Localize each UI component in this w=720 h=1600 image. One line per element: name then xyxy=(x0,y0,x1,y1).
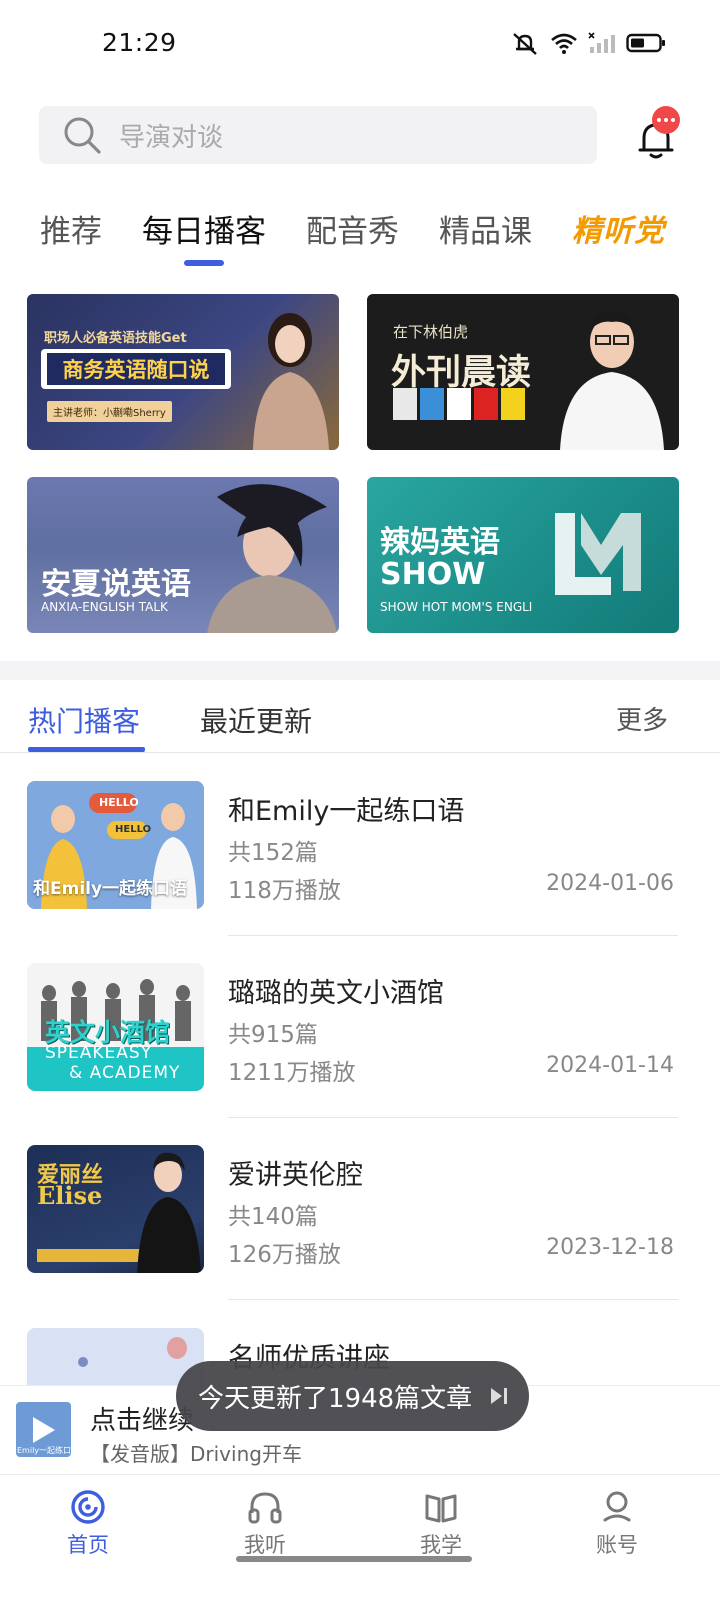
wifi-icon xyxy=(551,33,577,54)
thumbnail-label: 和Emily一起练口语 xyxy=(33,879,188,899)
banner-newspaper-reading[interactable]: 在下林伯虎 外刊晨读 xyxy=(367,294,679,450)
banner-subtitle: SHOW HOT MOM'S ENGLI xyxy=(380,600,533,614)
nav-learn[interactable]: 我学 xyxy=(391,1489,491,1559)
section-divider xyxy=(0,661,720,680)
skip-next-icon xyxy=(491,1388,507,1404)
bottom-nav: 首页 我听 我学 账号 xyxy=(0,1474,720,1600)
podcast-title: 和Emily一起练口语 xyxy=(228,796,465,827)
bubble-text: HELLO xyxy=(115,824,152,835)
status-bar: 21:29 xyxy=(0,0,720,90)
toast-text: 今天更新了1948篇文章 xyxy=(198,1383,473,1414)
nav-label: 我学 xyxy=(420,1533,462,1557)
thumbnail-subtitle: & ACADEMY xyxy=(69,1063,181,1083)
lm-logo-icon xyxy=(555,513,641,595)
artwork-label: Emily一起练口 xyxy=(17,1446,71,1455)
banner-business-english[interactable]: 职场人必备英语技能Get 商务英语随口说 主讲老师：小蒯嘞Sherry xyxy=(27,294,339,450)
banner-title: 安夏说英语 xyxy=(41,567,191,602)
play-icon[interactable] xyxy=(33,1417,55,1443)
update-date: 2023-12-18 xyxy=(546,1235,674,1260)
nav-account[interactable]: 账号 xyxy=(567,1489,667,1559)
podcast-title: 爱讲英伦腔 xyxy=(228,1160,363,1191)
episode-count: 共915篇 xyxy=(228,1022,318,1048)
banner-subtitle: 在下林伯虎 xyxy=(393,323,469,341)
banner-tagline: 职场人必备英语技能Get xyxy=(44,331,187,346)
thumbnail-subtitle: SPEAKEASY xyxy=(45,1043,153,1063)
account-icon xyxy=(603,1491,631,1522)
tab-premium-course[interactable]: 精品课 xyxy=(439,206,532,251)
banner-teacher: 主讲老师：小蒯嘞Sherry xyxy=(47,401,172,422)
player-artwork: Emily一起练口 xyxy=(16,1402,71,1457)
search-input[interactable]: 导演对谈 xyxy=(39,106,597,164)
banner-title-box: 商务英语随口说 xyxy=(41,349,231,389)
nav-label: 我听 xyxy=(244,1533,286,1557)
play-count: 1211万播放 xyxy=(228,1060,356,1086)
presenter-image xyxy=(137,1152,201,1273)
nav-label: 账号 xyxy=(596,1533,638,1557)
active-tab-indicator xyxy=(184,260,224,266)
signal-icon xyxy=(588,32,615,53)
subtab-divider xyxy=(0,752,720,753)
episode-count: 共140篇 xyxy=(228,1204,318,1230)
podcast-thumbnail: 爱丽丝 Elise xyxy=(27,1145,204,1273)
episode-count: 共152篇 xyxy=(228,840,318,866)
book-icon xyxy=(425,1494,457,1523)
notification-badge xyxy=(652,106,680,134)
banner-title: 辣妈英语 SHOW xyxy=(380,525,500,592)
status-time: 21:29 xyxy=(102,28,177,57)
podcast-thumbnail: HELLO HELLO 和Emily一起练口语 xyxy=(27,781,204,909)
banner-title: 商务英语随口说 xyxy=(47,353,225,385)
presenter-image xyxy=(560,312,664,450)
play-count: 126万播放 xyxy=(228,1242,341,1268)
banner-anxia-english[interactable]: 安夏说英语 ANXIA-ENGLISH TALK xyxy=(27,477,339,633)
tab-daily-podcast[interactable]: 每日播客 xyxy=(142,206,266,251)
podcast-title: 璐璐的英文小酒馆 xyxy=(228,978,444,1009)
presenter-image xyxy=(253,313,329,450)
home-icon xyxy=(71,1490,105,1524)
more-link[interactable]: 更多 xyxy=(616,700,668,737)
magazine-covers xyxy=(393,388,525,420)
home-indicator[interactable] xyxy=(236,1556,472,1562)
list-divider xyxy=(228,935,678,936)
podcast-thumbnail: 英文小酒馆 SPEAKEASY & ACADEMY xyxy=(27,963,204,1091)
update-toast[interactable]: 今天更新了1948篇文章 xyxy=(176,1361,529,1431)
podcast-list-item[interactable]: HELLO HELLO 和Emily一起练口语 和Emily一起练口语 共152… xyxy=(0,781,720,963)
search-placeholder: 导演对谈 xyxy=(119,122,224,153)
bubble-text: HELLO xyxy=(99,796,139,809)
podcast-list-item[interactable]: 爱丽丝 Elise 爱讲英伦腔 共140篇 126万播放 2023-12-18 xyxy=(0,1145,720,1327)
nav-listen[interactable]: 我听 xyxy=(215,1489,315,1559)
tab-intensive-listening[interactable]: 精听党 xyxy=(572,206,665,250)
nav-label: 首页 xyxy=(67,1533,109,1557)
status-icons xyxy=(510,30,666,56)
battery-icon xyxy=(626,33,665,53)
thumbnail-subtitle: Elise xyxy=(37,1181,103,1210)
tab-dubbing-show[interactable]: 配音秀 xyxy=(306,206,399,251)
banner-hot-mom-english[interactable]: 辣妈英语 SHOW SHOW HOT MOM'S ENGLI xyxy=(367,477,679,633)
tab-recommend[interactable]: 推荐 xyxy=(40,206,102,251)
search-icon xyxy=(64,117,101,154)
play-count: 118万播放 xyxy=(228,878,341,904)
update-date: 2024-01-14 xyxy=(546,1053,674,1078)
podcast-list-item[interactable]: 英文小酒馆 SPEAKEASY & ACADEMY 璐璐的英文小酒馆 共915篇… xyxy=(0,963,720,1145)
list-divider xyxy=(228,1299,678,1300)
tab-hot-podcasts[interactable]: 热门播客 xyxy=(28,700,140,740)
update-date: 2024-01-06 xyxy=(546,871,674,896)
banner-subtitle: ANXIA-ENGLISH TALK xyxy=(41,600,168,614)
mute-bell-icon xyxy=(513,33,537,55)
tab-recent-updates[interactable]: 最近更新 xyxy=(200,700,312,740)
player-episode: 【发音版】Driving开车 xyxy=(90,1442,302,1466)
headphones-icon xyxy=(248,1492,282,1524)
nav-home[interactable]: 首页 xyxy=(38,1489,138,1559)
presenter-image xyxy=(207,484,337,633)
list-divider xyxy=(228,1117,678,1118)
